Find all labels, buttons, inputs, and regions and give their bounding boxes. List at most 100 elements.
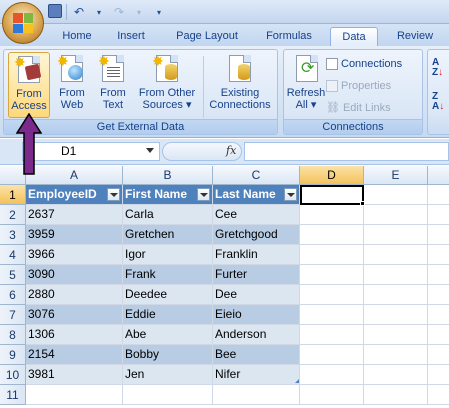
row-header[interactable]: 9 (0, 345, 26, 365)
sort-az-icon[interactable]: A Z↓ (432, 58, 443, 78)
empty-cell[interactable] (364, 185, 428, 205)
from-text-button[interactable]: ✸ From Text (93, 52, 133, 118)
filter-dropdown-icon[interactable] (284, 188, 297, 201)
empty-cell[interactable] (300, 305, 364, 325)
empty-cell[interactable] (428, 265, 449, 285)
tab-insert[interactable]: Insert (108, 27, 154, 46)
tab-home[interactable]: Home (55, 27, 99, 46)
empty-cell[interactable] (428, 305, 449, 325)
fill-handle[interactable] (360, 201, 365, 206)
empty-cell[interactable] (428, 385, 449, 405)
empty-cell[interactable] (300, 345, 364, 365)
empty-cell[interactable] (364, 365, 428, 385)
customize-toolbar-icon[interactable]: ▾ (151, 4, 167, 20)
office-button[interactable] (2, 2, 44, 44)
row-header[interactable]: 10 (0, 365, 26, 385)
table-cell[interactable]: 3076 (26, 305, 123, 325)
empty-cell[interactable] (428, 345, 449, 365)
insert-function-button[interactable]: fx (226, 144, 236, 157)
empty-cell[interactable] (428, 245, 449, 265)
column-header-d[interactable]: D (300, 166, 364, 185)
table-cell[interactable]: 3090 (26, 265, 123, 285)
empty-cell[interactable] (300, 265, 364, 285)
empty-cell[interactable] (300, 225, 364, 245)
empty-cell[interactable] (364, 345, 428, 365)
table-cell[interactable]: Bobby (123, 345, 213, 365)
empty-cell[interactable] (364, 245, 428, 265)
empty-cell[interactable] (428, 325, 449, 345)
table-cell[interactable]: Franklin (213, 245, 300, 265)
empty-cell[interactable] (300, 385, 364, 405)
row-header[interactable]: 11 (0, 385, 26, 405)
empty-cell[interactable] (364, 225, 428, 245)
existing-connections-button[interactable]: Existing Connections (206, 52, 274, 118)
undo-icon[interactable]: ↶ (71, 4, 87, 20)
name-box[interactable]: D1 (22, 142, 160, 161)
table-cell[interactable]: Nifer (213, 365, 300, 385)
tab-page-layout[interactable]: Page Layout (168, 27, 246, 46)
table-header-cell[interactable]: EmployeeID (26, 185, 123, 205)
empty-cell[interactable] (364, 325, 428, 345)
empty-cell[interactable] (428, 285, 449, 305)
row-header[interactable]: 6 (0, 285, 26, 305)
empty-cell[interactable] (123, 385, 213, 405)
table-cell[interactable]: Furter (213, 265, 300, 285)
empty-cell[interactable] (364, 285, 428, 305)
empty-cell[interactable] (428, 205, 449, 225)
save-icon[interactable] (48, 4, 62, 18)
properties-button[interactable]: Properties (326, 76, 391, 96)
tab-review[interactable]: Review (388, 27, 442, 46)
empty-cell[interactable] (300, 365, 364, 385)
row-header[interactable]: 3 (0, 225, 26, 245)
table-cell[interactable]: 3959 (26, 225, 123, 245)
table-resize-handle-icon[interactable] (295, 379, 299, 383)
table-cell[interactable]: 2637 (26, 205, 123, 225)
table-header-cell[interactable]: Last Name (213, 185, 300, 205)
empty-cell[interactable] (428, 185, 449, 205)
empty-cell[interactable] (300, 205, 364, 225)
table-cell[interactable]: Bee (213, 345, 300, 365)
table-cell[interactable]: Jen (123, 365, 213, 385)
table-cell[interactable]: Frank (123, 265, 213, 285)
empty-cell[interactable] (364, 205, 428, 225)
sort-za-icon[interactable]: Z A↓ (432, 92, 444, 112)
table-cell[interactable]: Gretchen (123, 225, 213, 245)
edit-links-button[interactable]: ⛓ Edit Links (326, 98, 391, 118)
row-header[interactable]: 1 (0, 185, 26, 205)
row-header[interactable]: 5 (0, 265, 26, 285)
table-cell[interactable]: Igor (123, 245, 213, 265)
empty-cell[interactable] (26, 385, 123, 405)
empty-cell[interactable] (364, 385, 428, 405)
formula-input[interactable] (244, 142, 449, 161)
row-header[interactable]: 7 (0, 305, 26, 325)
from-other-sources-button[interactable]: ✸ From Other Sources ▾ (134, 52, 200, 118)
table-cell[interactable]: Eddie (123, 305, 213, 325)
table-cell[interactable]: Deedee (123, 285, 213, 305)
empty-cell[interactable] (428, 365, 449, 385)
empty-cell[interactable] (364, 265, 428, 285)
empty-cell[interactable] (428, 225, 449, 245)
undo-dropdown-icon[interactable]: ▾ (91, 4, 107, 20)
table-cell[interactable]: Gretchgood (213, 225, 300, 245)
empty-cell[interactable] (300, 285, 364, 305)
table-cell[interactable]: 1306 (26, 325, 123, 345)
table-header-cell[interactable]: First Name (123, 185, 213, 205)
empty-cell[interactable] (300, 245, 364, 265)
row-header[interactable]: 8 (0, 325, 26, 345)
redo-dropdown-icon[interactable]: ▾ (131, 4, 147, 20)
table-cell[interactable]: Carla (123, 205, 213, 225)
from-web-button[interactable]: ✸ From Web (52, 52, 92, 118)
refresh-all-button[interactable]: ⟳ Refresh All ▾ (286, 52, 326, 118)
connections-button[interactable]: Connections (326, 54, 402, 74)
tab-formulas[interactable]: Formulas (258, 27, 320, 46)
empty-cell[interactable] (364, 305, 428, 325)
column-header-e[interactable]: E (364, 166, 428, 185)
table-cell[interactable]: Anderson (213, 325, 300, 345)
table-cell[interactable]: Eieio (213, 305, 300, 325)
table-cell[interactable]: Cee (213, 205, 300, 225)
empty-cell[interactable] (213, 385, 300, 405)
table-cell[interactable]: 2880 (26, 285, 123, 305)
table-cell[interactable]: Dee (213, 285, 300, 305)
row-header[interactable]: 4 (0, 245, 26, 265)
from-access-button[interactable]: ✸ From Access (8, 52, 50, 118)
